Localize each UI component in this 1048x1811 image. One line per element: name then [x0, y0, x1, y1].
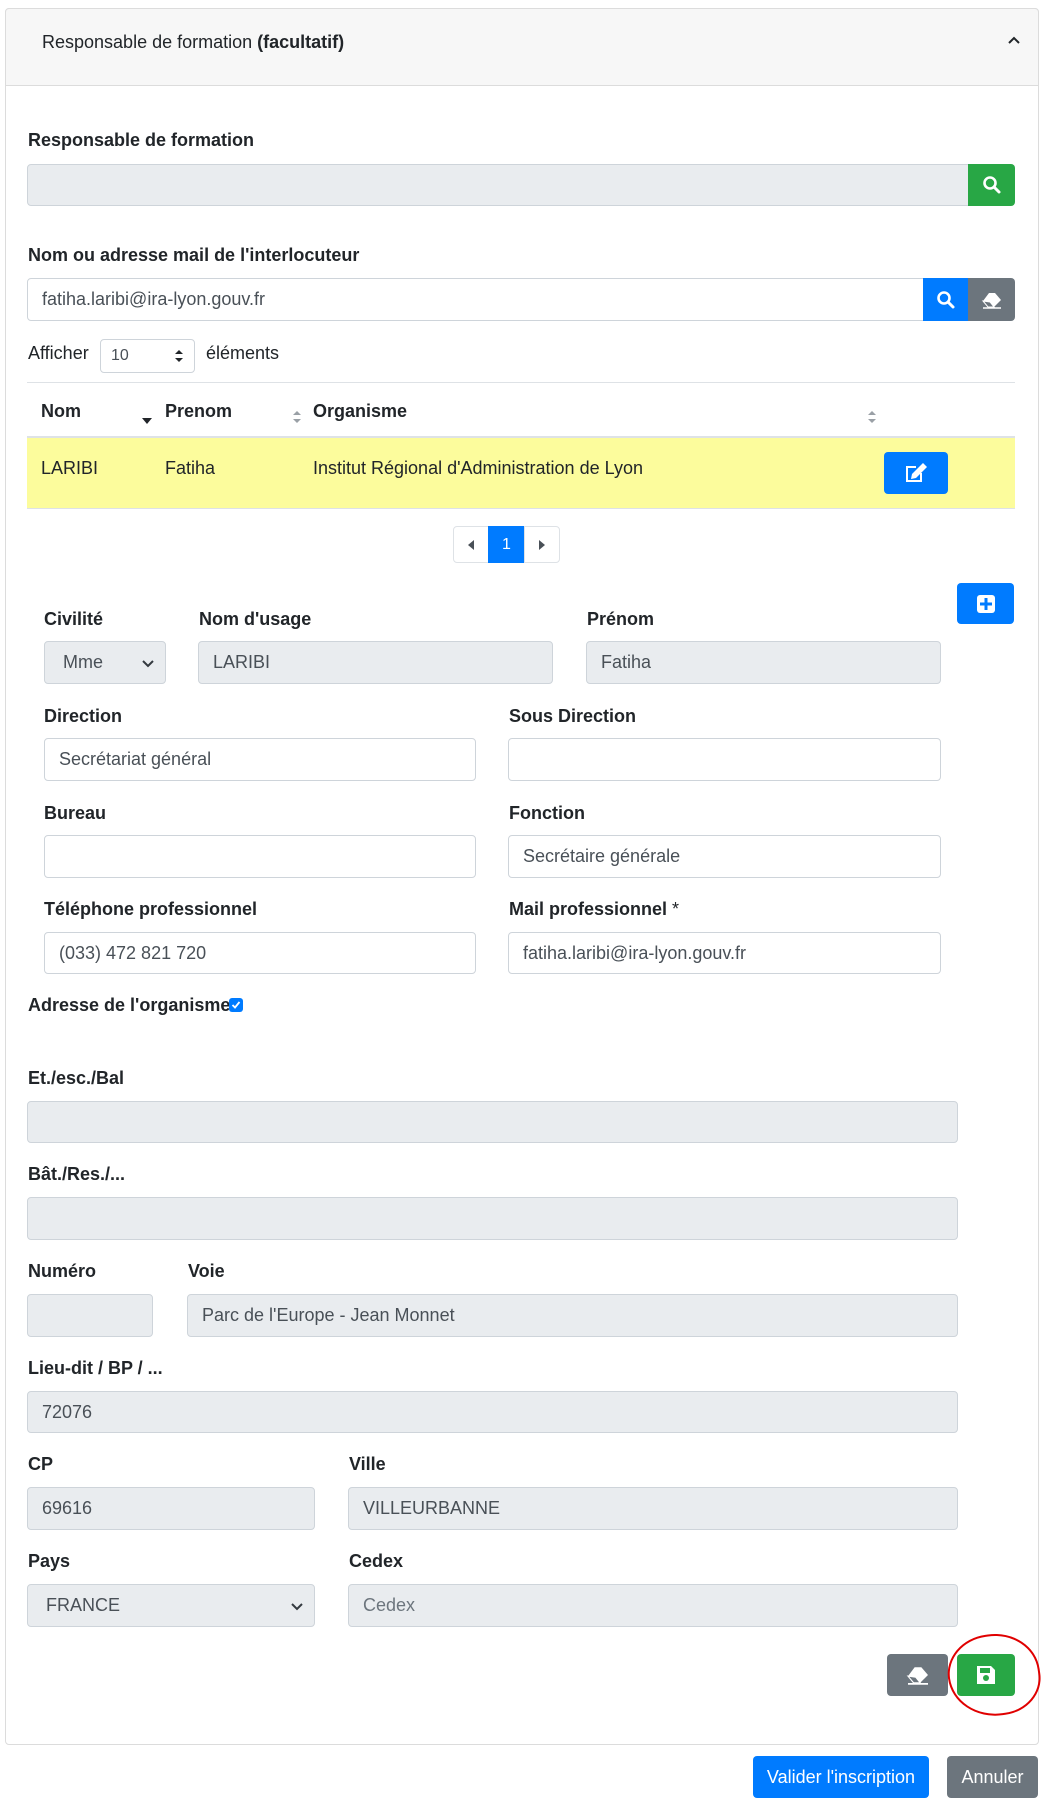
adresse-organisme-label: Adresse de l'organisme [28, 995, 231, 1015]
column-header-organisme[interactable]: Organisme [313, 401, 407, 422]
responsable-input[interactable] [27, 164, 969, 206]
cp-input[interactable]: 69616 [27, 1487, 315, 1530]
sort-icon[interactable] [292, 410, 302, 424]
direction-input[interactable]: Secrétariat général [44, 738, 476, 781]
sous-direction-label: Sous Direction [509, 706, 637, 726]
telephone-input[interactable]: (033) 472 821 720 [44, 932, 476, 974]
chevron-down-icon [142, 659, 154, 667]
pagesize-prefix: Afficher [28, 343, 89, 363]
pagesize-value: 10 [111, 347, 129, 364]
clear-form-button[interactable] [887, 1654, 948, 1696]
direction-label: Direction [44, 706, 123, 726]
bureau-label: Bureau [44, 803, 107, 823]
table-top-border [27, 382, 1015, 383]
mail-input[interactable]: fatiha.laribi@ira-lyon.gouv.fr [508, 932, 941, 974]
eraser-icon [981, 292, 1001, 309]
batiment-input[interactable] [27, 1197, 958, 1240]
prenom-input[interactable]: Fatiha [586, 641, 941, 684]
interlocuteur-clear-button[interactable] [968, 278, 1015, 321]
pagesize-select[interactable]: 10 [100, 339, 195, 373]
plus-square-icon [976, 594, 995, 613]
chevron-up-icon[interactable] [1004, 30, 1024, 50]
card-header-title: Responsable de formation (facultatif) [42, 32, 345, 52]
table-cell-organisme: Institut Régional d'Administration de Ly… [313, 458, 643, 478]
valider-inscription-button[interactable]: Valider l'inscription [753, 1756, 929, 1798]
fonction-input[interactable]: Secrétaire générale [508, 835, 941, 878]
edit-icon [906, 463, 927, 482]
ville-input[interactable]: VILLEURBANNE [348, 1487, 958, 1530]
bureau-input[interactable] [44, 835, 476, 878]
cedex-label: Cedex [349, 1551, 404, 1571]
check-icon [231, 1001, 241, 1009]
civilite-label: Civilité [44, 609, 104, 629]
telephone-label: Téléphone professionnel [44, 899, 258, 919]
lieu-dit-label: Lieu-dit / BP / ... [28, 1358, 163, 1378]
responsable-search-button[interactable] [968, 164, 1015, 206]
pays-select[interactable]: FRANCE [27, 1584, 315, 1627]
interlocuteur-label: Nom ou adresse mail de l'interlocuteur [28, 245, 360, 265]
nom-usage-label: Nom d'usage [199, 609, 312, 629]
voie-input[interactable]: Parc de l'Europe - Jean Monnet [187, 1294, 958, 1337]
etage-input[interactable] [27, 1101, 958, 1143]
batiment-label: Bât./Res./... [28, 1164, 126, 1184]
add-contact-button[interactable] [957, 583, 1014, 624]
interlocuteur-input[interactable]: fatiha.laribi@ira-lyon.gouv.fr [27, 278, 924, 321]
search-icon [982, 176, 1000, 194]
responsable-label: Responsable de formation [28, 130, 255, 150]
column-header-nom[interactable]: Nom [41, 401, 81, 422]
voie-label: Voie [188, 1261, 225, 1281]
pagination-next[interactable] [524, 526, 560, 563]
nom-usage-input[interactable]: LARIBI [198, 641, 553, 684]
search-icon [937, 290, 955, 308]
annuler-button[interactable]: Annuler [947, 1756, 1038, 1798]
table-cell-nom: LARIBI [41, 458, 99, 478]
sort-desc-icon[interactable] [141, 416, 153, 426]
column-header-prenom[interactable]: Prenom [165, 401, 232, 422]
pagination-page-1[interactable]: 1 [488, 526, 525, 563]
sous-direction-input[interactable] [508, 738, 941, 781]
sort-icon[interactable] [867, 410, 877, 424]
numero-label: Numéro [28, 1261, 97, 1281]
cp-label: CP [28, 1454, 54, 1474]
pagination-prev[interactable] [453, 526, 489, 563]
mail-label: Mail professionnel * [509, 899, 680, 919]
ville-label: Ville [349, 1454, 386, 1474]
etage-label: Et./esc./Bal [28, 1068, 125, 1088]
cedex-input[interactable]: Cedex [348, 1584, 958, 1627]
fonction-label: Fonction [509, 803, 585, 823]
pays-value: FRANCE [46, 1595, 121, 1615]
chevron-down-icon [291, 1602, 303, 1610]
numero-input[interactable] [27, 1294, 153, 1337]
pagesize-suffix: éléments [206, 343, 280, 363]
caret-right-icon [539, 539, 545, 550]
prenom-label: Prénom [587, 609, 655, 629]
lieu-dit-input[interactable]: 72076 [27, 1391, 958, 1433]
caret-left-icon [468, 539, 474, 550]
eraser-icon [906, 1667, 928, 1685]
interlocuteur-search-button[interactable] [923, 278, 969, 321]
table-cell-prenom: Fatiha [165, 458, 216, 478]
civilite-value: Mme [63, 652, 103, 672]
sort-icon [175, 350, 183, 362]
pays-label: Pays [28, 1551, 71, 1571]
table-bottom-border [27, 508, 1015, 509]
adresse-organisme-checkbox[interactable] [229, 998, 243, 1012]
civilite-select[interactable]: Mme [44, 641, 166, 684]
edit-row-button[interactable] [884, 452, 948, 494]
